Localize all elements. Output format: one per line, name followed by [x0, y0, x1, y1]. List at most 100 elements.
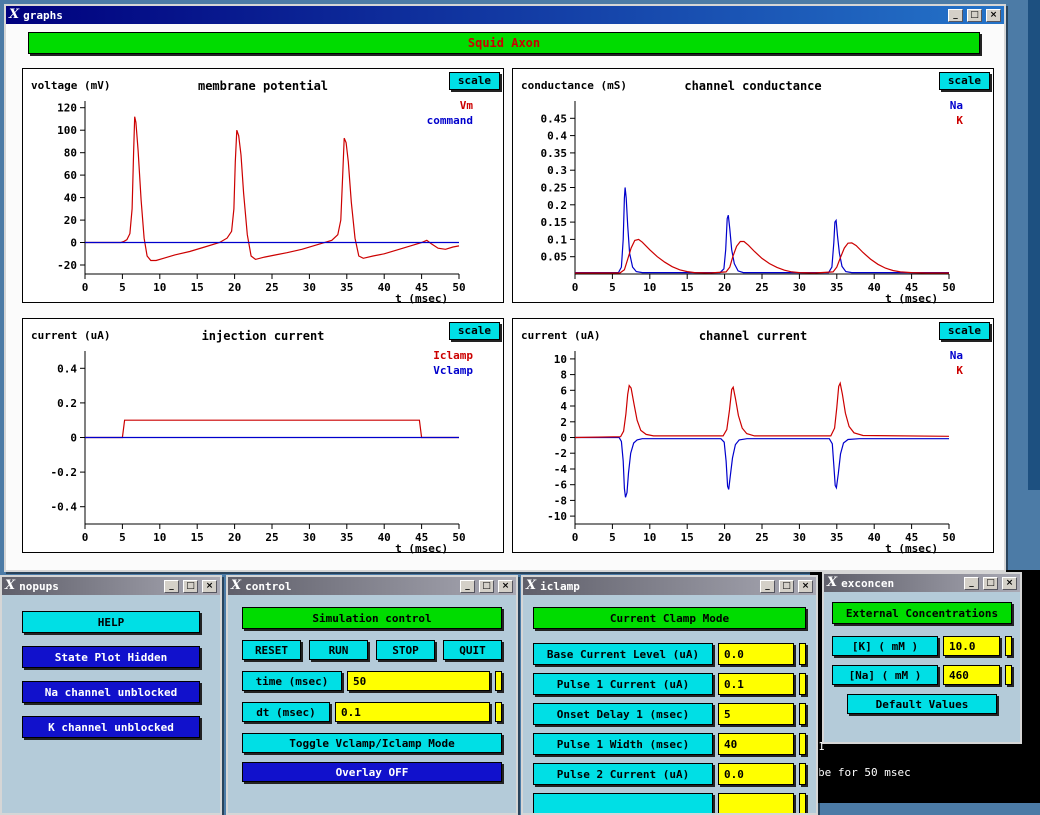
svg-text:Iclamp: Iclamp: [433, 349, 473, 362]
x11-logo-icon: X: [827, 576, 837, 590]
control-titlebar[interactable]: X control _ □ ×: [228, 577, 516, 595]
dt-field[interactable]: 0.1: [335, 702, 490, 722]
svg-text:t (msec): t (msec): [885, 542, 938, 554]
svg-text:5: 5: [609, 281, 616, 294]
external-concentrations-header: External Concentrations: [832, 602, 1012, 624]
svg-text:120: 120: [57, 102, 77, 115]
state-plot-button[interactable]: State Plot Hidden: [22, 646, 200, 668]
scale-button[interactable]: scale: [939, 72, 990, 90]
svg-text:40: 40: [378, 281, 391, 294]
dt-field-label[interactable]: dt (msec): [242, 702, 330, 722]
svg-text:t (msec): t (msec): [395, 542, 448, 554]
chart-title: channel current: [513, 329, 993, 343]
base-current-label[interactable]: Base Current Level (uA): [533, 643, 713, 665]
svg-text:100: 100: [57, 124, 77, 137]
pulse1-width-label[interactable]: Pulse 1 Width (msec): [533, 733, 713, 755]
quit-button[interactable]: QUIT: [443, 640, 502, 660]
svg-text:40: 40: [64, 192, 77, 205]
nopups-window: X nopups _ □ × HELP State Plot Hidden Na…: [0, 575, 222, 815]
svg-text:15: 15: [681, 531, 694, 544]
close-icon[interactable]: ×: [986, 9, 1001, 22]
pulse1-width-field[interactable]: 40: [718, 733, 794, 755]
na-concentration-field[interactable]: 460: [943, 665, 1000, 685]
minimize-icon[interactable]: _: [460, 580, 475, 593]
svg-text:0: 0: [572, 531, 579, 544]
svg-text:50: 50: [942, 531, 955, 544]
k-concentration-label[interactable]: [K] ( mM ): [832, 636, 938, 656]
desktop: { "chrome": { "logo": "X", "minimize": "…: [0, 0, 1040, 803]
onset-delay1-field[interactable]: 5: [718, 703, 794, 725]
scale-button[interactable]: scale: [449, 322, 500, 340]
svg-text:30: 30: [303, 531, 316, 544]
run-button[interactable]: RUN: [309, 640, 368, 660]
close-icon[interactable]: ×: [498, 580, 513, 593]
nopups-body: HELP State Plot Hidden Na channel unbloc…: [2, 595, 220, 813]
svg-text:40: 40: [378, 531, 391, 544]
maximize-icon[interactable]: □: [183, 580, 198, 593]
maximize-icon[interactable]: □: [967, 9, 982, 22]
close-icon[interactable]: ×: [202, 580, 217, 593]
maximize-icon[interactable]: □: [779, 580, 794, 593]
svg-text:0: 0: [70, 432, 77, 445]
base-current-field[interactable]: 0.0: [718, 643, 794, 665]
svg-text:-0.4: -0.4: [51, 501, 78, 514]
field-spinner[interactable]: [495, 702, 502, 722]
svg-text:0.4: 0.4: [57, 362, 77, 375]
svg-text:0: 0: [82, 281, 89, 294]
svg-text:t (msec): t (msec): [885, 292, 938, 304]
minimize-icon[interactable]: _: [164, 580, 179, 593]
svg-text:2: 2: [560, 416, 567, 429]
svg-text:10: 10: [643, 531, 656, 544]
svg-text:-8: -8: [554, 494, 567, 507]
k-concentration-field[interactable]: 10.0: [943, 636, 1000, 656]
svg-text:20: 20: [64, 214, 77, 227]
stop-button[interactable]: STOP: [376, 640, 435, 660]
field-spinner[interactable]: [799, 763, 806, 785]
scale-button[interactable]: scale: [449, 72, 500, 90]
field-spinner[interactable]: [1005, 665, 1012, 685]
field-spinner[interactable]: [1005, 636, 1012, 656]
pulse1-current-field[interactable]: 0.1: [718, 673, 794, 695]
default-values-button[interactable]: Default Values: [847, 694, 997, 714]
maximize-icon[interactable]: □: [479, 580, 494, 593]
close-icon[interactable]: ×: [1002, 577, 1017, 590]
field-spinner[interactable]: [799, 673, 806, 695]
toggle-clamp-mode-button[interactable]: Toggle Vclamp/Iclamp Mode: [242, 733, 502, 753]
minimize-icon[interactable]: _: [964, 577, 979, 590]
minimize-icon[interactable]: _: [948, 9, 963, 22]
svg-text:0: 0: [560, 432, 567, 445]
svg-text:50: 50: [942, 281, 955, 294]
minimize-icon[interactable]: _: [760, 580, 775, 593]
na-channel-button[interactable]: Na channel unblocked: [22, 681, 200, 703]
help-button[interactable]: HELP: [22, 611, 200, 633]
graphs-titlebar[interactable]: X graphs _ □ ×: [6, 6, 1004, 24]
svg-text:25: 25: [265, 531, 278, 544]
field-spinner[interactable]: [495, 671, 502, 691]
k-channel-button[interactable]: K channel unblocked: [22, 716, 200, 738]
na-concentration-label[interactable]: [Na] ( mM ): [832, 665, 938, 685]
membrane-potential-chart: -2002040608010012005101520253035404550t …: [23, 95, 505, 304]
onset-delay1-label[interactable]: Onset Delay 1 (msec): [533, 703, 713, 725]
field-spinner[interactable]: [799, 643, 806, 665]
iclamp-titlebar[interactable]: X iclamp _ □ ×: [523, 577, 816, 595]
pulse2-current-label[interactable]: Pulse 2 Current (uA): [533, 763, 713, 785]
nopups-titlebar[interactable]: X nopups _ □ ×: [2, 577, 220, 595]
maximize-icon[interactable]: □: [983, 577, 998, 590]
window-title: graphs: [23, 9, 944, 22]
time-field[interactable]: 50: [347, 671, 490, 691]
field-spinner[interactable]: [799, 703, 806, 725]
field-spinner[interactable]: [799, 733, 806, 755]
exconcen-titlebar[interactable]: X exconcen _ □ ×: [824, 574, 1020, 592]
reset-button[interactable]: RESET: [242, 640, 301, 660]
membrane-potential-panel: voltage (mV) membrane potential scale -2…: [22, 68, 504, 303]
svg-text:20: 20: [228, 531, 241, 544]
pulse2-current-field[interactable]: 0.0: [718, 763, 794, 785]
close-icon[interactable]: ×: [798, 580, 813, 593]
chart-title: channel conductance: [513, 79, 993, 93]
overlay-button[interactable]: Overlay OFF: [242, 762, 502, 782]
exconcen-window: X exconcen _ □ × External Concentrations…: [822, 572, 1022, 744]
time-field-label[interactable]: time (msec): [242, 671, 342, 691]
window-title: control: [245, 580, 456, 593]
pulse1-current-label[interactable]: Pulse 1 Current (uA): [533, 673, 713, 695]
scale-button[interactable]: scale: [939, 322, 990, 340]
